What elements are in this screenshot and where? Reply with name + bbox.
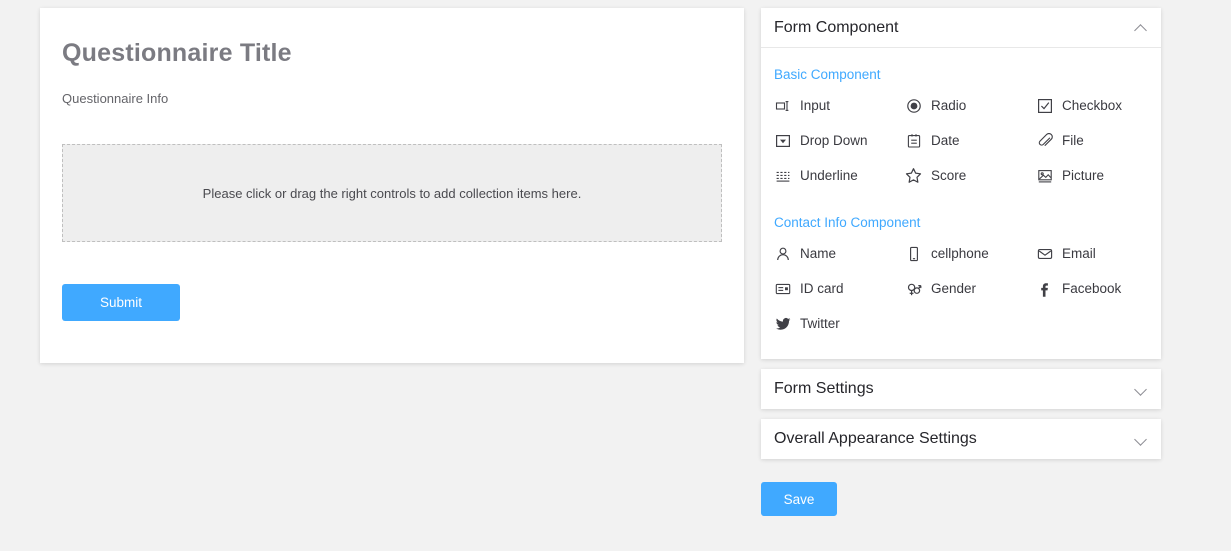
component-label: Input [800, 98, 831, 113]
component-label: Checkbox [1062, 98, 1123, 113]
component-item-score[interactable]: Score [905, 158, 1036, 193]
form-preview-content: Questionnaire Title Questionnaire Info P… [40, 8, 744, 321]
picture-icon [1036, 167, 1053, 184]
radio-icon [905, 97, 922, 114]
mobile-icon [905, 245, 922, 262]
questionnaire-info: Questionnaire Info [62, 91, 169, 106]
component-label: File [1062, 133, 1084, 148]
component-item-gender[interactable]: Gender [905, 271, 1036, 306]
star-icon [905, 167, 922, 184]
chevron-up-icon[interactable] [1134, 21, 1148, 35]
component-label: Picture [1062, 168, 1105, 183]
panel-form-settings: Form Settings [761, 369, 1161, 409]
save-button[interactable]: Save [761, 482, 837, 516]
form-preview-card: Questionnaire Title Questionnaire Info P… [40, 8, 744, 363]
basic-component-grid: Input Radio Checkbox Drop Down Date File… [774, 88, 1148, 193]
dropzone-hint-text: Please click or drag the right controls … [202, 185, 582, 201]
component-label: Email [1062, 246, 1096, 261]
envelope-icon [1036, 245, 1053, 262]
component-item-drop-down[interactable]: Drop Down [774, 123, 905, 158]
input-icon [774, 97, 791, 114]
facebook-icon [1036, 280, 1053, 297]
component-item-underline[interactable]: Underline [774, 158, 905, 193]
user-icon [774, 245, 791, 262]
dropdown-icon [774, 132, 791, 149]
id-card-icon [774, 280, 791, 297]
component-dropzone[interactable]: Please click or drag the right controls … [62, 144, 722, 242]
paperclip-icon [1036, 132, 1053, 149]
gender-icon [905, 280, 922, 297]
submit-button[interactable]: Submit [62, 284, 180, 321]
panel-appearance-settings: Overall Appearance Settings [761, 419, 1161, 459]
component-item-date[interactable]: Date [905, 123, 1036, 158]
component-item-facebook[interactable]: Facebook [1036, 271, 1167, 306]
component-item-name[interactable]: Name [774, 236, 905, 271]
component-item-radio[interactable]: Radio [905, 88, 1036, 123]
panel-form-component: Form Component Basic Component Input Rad… [761, 8, 1161, 359]
twitter-icon [774, 315, 791, 332]
panel-form-component-body: Basic Component Input Radio Checkbox Dro… [761, 48, 1161, 359]
chevron-down-icon[interactable] [1134, 382, 1148, 396]
panel-form-settings-header[interactable]: Form Settings [761, 369, 1161, 409]
right-sidebar: Form Component Basic Component Input Rad… [761, 8, 1161, 516]
panel-form-component-title: Form Component [774, 18, 899, 36]
contact-info-component-grid: Name cellphone Email ID card Gender Face… [774, 236, 1148, 341]
panel-appearance-settings-title: Overall Appearance Settings [774, 430, 977, 447]
component-label: cellphone [931, 246, 989, 261]
component-item-input[interactable]: Input [774, 88, 905, 123]
component-item-checkbox[interactable]: Checkbox [1036, 88, 1167, 123]
section-label-basic-component: Basic Component [774, 67, 881, 82]
component-item-id-card[interactable]: ID card [774, 271, 905, 306]
component-label: Date [931, 133, 960, 148]
checkbox-icon [1036, 97, 1053, 114]
panel-form-component-header[interactable]: Form Component [761, 8, 1161, 48]
component-label: Radio [931, 98, 967, 113]
chevron-down-icon[interactable] [1134, 432, 1148, 446]
component-label: Underline [800, 168, 858, 183]
section-label-contact-info-component: Contact Info Component [774, 215, 921, 230]
component-label: Gender [931, 281, 977, 296]
component-label: Drop Down [800, 133, 868, 148]
component-label: Twitter [800, 316, 840, 331]
component-item-twitter[interactable]: Twitter [774, 306, 905, 341]
underline-icon [774, 167, 791, 184]
component-label: Name [800, 246, 837, 261]
panel-form-settings-title: Form Settings [774, 380, 874, 397]
panel-appearance-settings-header[interactable]: Overall Appearance Settings [761, 419, 1161, 459]
date-icon [905, 132, 922, 149]
component-item-file[interactable]: File [1036, 123, 1167, 158]
page-title: Questionnaire Title [62, 39, 292, 67]
component-item-picture[interactable]: Picture [1036, 158, 1167, 193]
component-label: ID card [800, 281, 844, 296]
component-item-cellphone[interactable]: cellphone [905, 236, 1036, 271]
component-label: Facebook [1062, 281, 1122, 296]
component-label: Score [931, 168, 967, 183]
component-item-email[interactable]: Email [1036, 236, 1167, 271]
